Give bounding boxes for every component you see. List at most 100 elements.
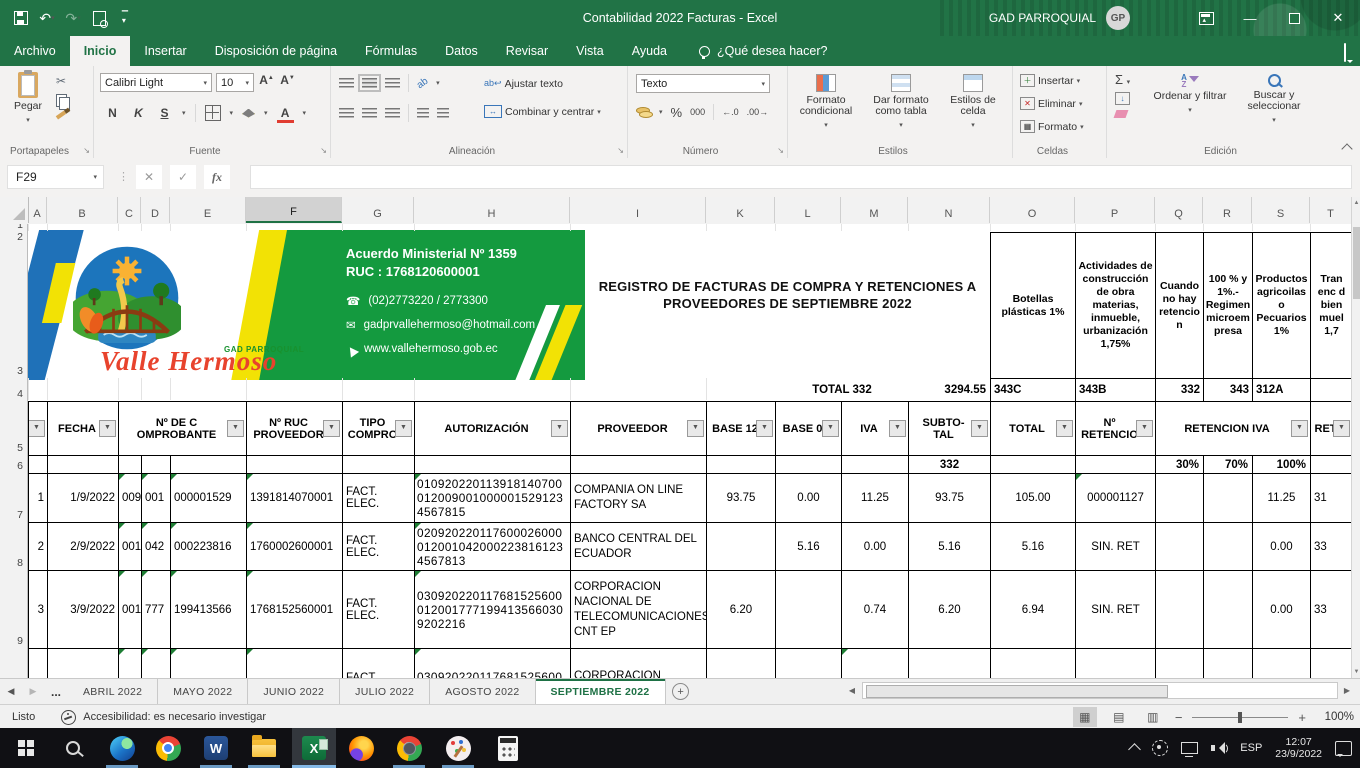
cell-P7[interactable]: 000001127 bbox=[1075, 473, 1156, 523]
row-header-6[interactable]: 6 bbox=[0, 455, 28, 474]
cell-E9[interactable]: 199413566 bbox=[170, 570, 247, 649]
sort-filter-button[interactable]: AZ Ordenar y filtrar▾ bbox=[1153, 68, 1227, 116]
column-header-B[interactable]: B bbox=[47, 197, 118, 223]
header-cell-G[interactable]: TIPO COMPRO▼ bbox=[342, 401, 415, 456]
italic-button[interactable]: K bbox=[130, 106, 147, 120]
cell-O10[interactable]: 6.94 bbox=[990, 648, 1076, 678]
delete-cells-button[interactable]: ✕ Eliminar▾ bbox=[1017, 94, 1085, 113]
cell-K8[interactable] bbox=[706, 522, 776, 571]
view-normal-button[interactable]: ▦ bbox=[1073, 707, 1097, 727]
vertical-scroll-thumb[interactable] bbox=[1353, 227, 1360, 299]
header-cell-I[interactable]: PROVEEDOR▼ bbox=[570, 401, 707, 456]
menu-tab-archivo[interactable]: Archivo bbox=[0, 36, 70, 66]
column-header-M[interactable]: M bbox=[841, 197, 908, 223]
totals-code-O[interactable]: 343C bbox=[990, 378, 1076, 402]
cell-S10[interactable]: 0.00 bbox=[1252, 648, 1311, 678]
cell-N10[interactable]: 6.20 bbox=[908, 648, 991, 678]
menu-tab-datos[interactable]: Datos bbox=[431, 36, 492, 66]
comma-style-button[interactable]: 000 bbox=[690, 107, 705, 117]
filter-button-L[interactable]: ▼ bbox=[822, 420, 839, 437]
restore-button[interactable] bbox=[1272, 0, 1316, 36]
taskbar-paint-button[interactable] bbox=[436, 728, 480, 768]
subheader-cell-L[interactable] bbox=[775, 455, 842, 474]
cell-K10[interactable]: 6.20 bbox=[706, 648, 776, 678]
align-right-button[interactable] bbox=[385, 108, 400, 118]
zoom-slider-thumb[interactable] bbox=[1238, 712, 1242, 723]
accessibility-check[interactable]: Accesibilidad: es necesario investigar bbox=[61, 710, 266, 725]
cell-D10[interactable]: 777 bbox=[141, 648, 171, 678]
customize-qat-button[interactable]: ▔▾ bbox=[112, 5, 138, 31]
subheader-cell-D[interactable] bbox=[141, 455, 171, 474]
cell-T10[interactable]: 33 bbox=[1310, 648, 1352, 678]
font-color-button[interactable]: A bbox=[277, 106, 294, 120]
horizontal-scrollbar[interactable] bbox=[862, 682, 1338, 699]
cell-R10[interactable] bbox=[1203, 648, 1253, 678]
column-header-N[interactable]: N bbox=[908, 197, 990, 223]
menu-tab-revisar[interactable]: Revisar bbox=[492, 36, 562, 66]
increase-decimal-button[interactable]: ←.0 bbox=[722, 107, 739, 117]
cell-I8[interactable]: BANCO CENTRAL DEL ECUADOR bbox=[570, 522, 707, 571]
sheet-nav-left[interactable]: ◀ bbox=[0, 679, 22, 704]
subheader-cell-K[interactable] bbox=[706, 455, 776, 474]
cancel-entry-button[interactable]: ✕ bbox=[136, 165, 162, 189]
totals-code-Q[interactable]: 332 bbox=[1155, 378, 1204, 402]
column-header-K[interactable]: K bbox=[706, 197, 775, 223]
cell-C10[interactable]: 001 bbox=[118, 648, 142, 678]
totals-value[interactable]: 3294.55 bbox=[908, 378, 991, 402]
paste-button[interactable]: Pegar▾ bbox=[6, 66, 50, 126]
comments-button[interactable] bbox=[1344, 44, 1346, 62]
insert-function-button[interactable]: fx bbox=[204, 165, 230, 189]
menu-tab-disposici-n-de-p-gina[interactable]: Disposición de página bbox=[201, 36, 351, 66]
language-indicator[interactable]: ESP bbox=[1240, 742, 1262, 754]
sheet-tabs-overflow[interactable]: ... bbox=[44, 679, 68, 704]
column-header-O[interactable]: O bbox=[990, 197, 1075, 223]
cell-M8[interactable]: 0.00 bbox=[841, 522, 909, 571]
org-banner-image[interactable]: Valle Hermoso GAD PARROQUIAL Acuerdo Min… bbox=[28, 230, 585, 380]
number-format-select[interactable]: Texto▾ bbox=[636, 74, 770, 93]
menu-tab-ayuda[interactable]: Ayuda bbox=[618, 36, 681, 66]
filter-button-N[interactable]: ▼ bbox=[971, 420, 988, 437]
number-dialog-launcher[interactable]: ↘ bbox=[777, 146, 784, 155]
avatar[interactable]: GP bbox=[1106, 6, 1130, 30]
align-top-button[interactable] bbox=[339, 78, 354, 88]
cell-N9[interactable]: 6.20 bbox=[908, 570, 991, 649]
cell-H7[interactable]: 0109202201139181407000120090010000015291… bbox=[414, 473, 571, 523]
cell-O9[interactable]: 6.94 bbox=[990, 570, 1076, 649]
cell-B8[interactable]: 2/9/2022 bbox=[47, 522, 119, 571]
header-cell-A[interactable]: ▼ bbox=[28, 401, 48, 456]
cell-A10[interactable]: 4 bbox=[28, 648, 48, 678]
cell-B7[interactable]: 1/9/2022 bbox=[47, 473, 119, 523]
scroll-down-arrow[interactable]: ▼ bbox=[1352, 666, 1360, 678]
subheader-cell-P[interactable] bbox=[1075, 455, 1156, 474]
taskbar-word-button[interactable]: W bbox=[194, 728, 238, 768]
fill-color-button[interactable] bbox=[242, 109, 255, 118]
column-header-P[interactable]: P bbox=[1075, 197, 1155, 223]
name-box[interactable]: F29▾ bbox=[7, 165, 104, 189]
print-preview-button[interactable] bbox=[86, 5, 112, 31]
format-cells-button[interactable]: ▦ Formato▾ bbox=[1017, 117, 1087, 136]
subheader-cell-H[interactable] bbox=[414, 455, 571, 474]
filter-button-K[interactable]: ▼ bbox=[756, 420, 773, 437]
sheet-tab-agosto-2022[interactable]: AGOSTO 2022 bbox=[430, 679, 535, 704]
decrease-indent-button[interactable] bbox=[417, 108, 429, 118]
header-cell-L[interactable]: BASE 0▼ bbox=[775, 401, 842, 456]
header-cell-B[interactable]: FECHA▼ bbox=[47, 401, 119, 456]
column-header-E[interactable]: E bbox=[170, 197, 246, 223]
screen-recorder-icon[interactable] bbox=[1152, 740, 1168, 756]
header-cell-QS[interactable]: RETENCION IVA▼ bbox=[1155, 401, 1311, 456]
align-center-button[interactable] bbox=[362, 108, 377, 118]
vertical-header-T[interactable]: Tran enc d bien muel 1,7 bbox=[1310, 232, 1352, 379]
totals-code-S[interactable]: 312A bbox=[1252, 378, 1311, 402]
sheet-tab-junio-2022[interactable]: JUNIO 2022 bbox=[248, 679, 340, 704]
autosum-button[interactable]: Σ ▾ bbox=[1115, 72, 1130, 87]
cell-Q9[interactable] bbox=[1155, 570, 1204, 649]
cell-C7[interactable]: 009 bbox=[118, 473, 142, 523]
increase-font-button[interactable]: A▲ bbox=[258, 73, 275, 92]
cell-C9[interactable]: 001 bbox=[118, 570, 142, 649]
cell-H9[interactable]: 0309202201176815256000120017771994135660… bbox=[414, 570, 571, 649]
cell-F9[interactable]: 1768152560001 bbox=[246, 570, 343, 649]
subheader-cell-T[interactable] bbox=[1310, 455, 1352, 474]
subheader-cell-B[interactable] bbox=[47, 455, 119, 474]
taskbar-firefox-button[interactable] bbox=[339, 728, 383, 768]
filter-button-A[interactable]: ▼ bbox=[28, 420, 45, 437]
